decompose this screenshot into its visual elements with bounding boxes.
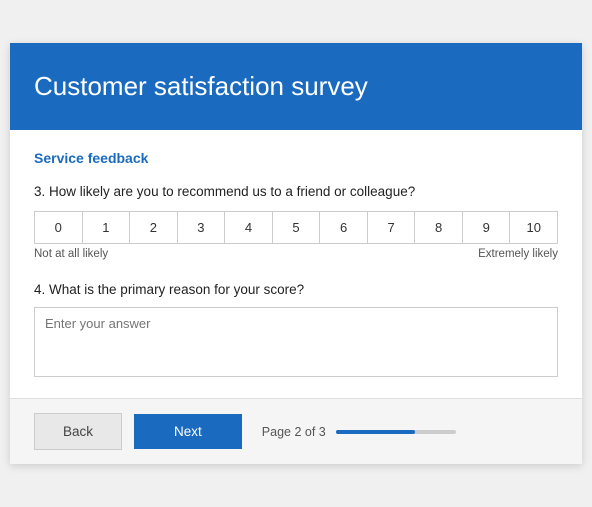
survey-container: Customer satisfaction survey Service fee… [10,43,582,464]
scale-item-5[interactable]: 5 [273,212,321,243]
scale-labels: Not at all likely Extremely likely [34,248,558,260]
question-4-text: 4. What is the primary reason for your s… [34,282,558,297]
survey-header: Customer satisfaction survey [10,43,582,130]
scale-item-0[interactable]: 0 [35,212,83,243]
progress-bar-track [336,430,456,434]
scale-item-7[interactable]: 7 [368,212,416,243]
survey-title: Customer satisfaction survey [34,71,558,102]
scale-label-left: Not at all likely [34,248,108,260]
answer-textarea[interactable] [34,307,558,377]
scale-item-10[interactable]: 10 [510,212,557,243]
scale-item-1[interactable]: 1 [83,212,131,243]
progress-bar-fill [336,430,415,434]
page-text: Page 2 of 3 [262,425,326,439]
scale-item-2[interactable]: 2 [130,212,178,243]
survey-body: Service feedback 3. How likely are you t… [10,130,582,398]
survey-footer: Back Next Page 2 of 3 [10,398,582,464]
next-button[interactable]: Next [134,414,242,449]
scale-item-6[interactable]: 6 [320,212,368,243]
scale-item-3[interactable]: 3 [178,212,226,243]
back-button[interactable]: Back [34,413,122,450]
scale-rating: 0 1 2 3 4 5 6 7 8 9 10 [34,211,558,244]
scale-item-8[interactable]: 8 [415,212,463,243]
scale-item-9[interactable]: 9 [463,212,511,243]
question-3-text: 3. How likely are you to recommend us to… [34,184,558,199]
page-indicator: Page 2 of 3 [262,425,456,439]
section-title: Service feedback [34,150,558,166]
scale-item-4[interactable]: 4 [225,212,273,243]
scale-label-right: Extremely likely [478,248,558,260]
